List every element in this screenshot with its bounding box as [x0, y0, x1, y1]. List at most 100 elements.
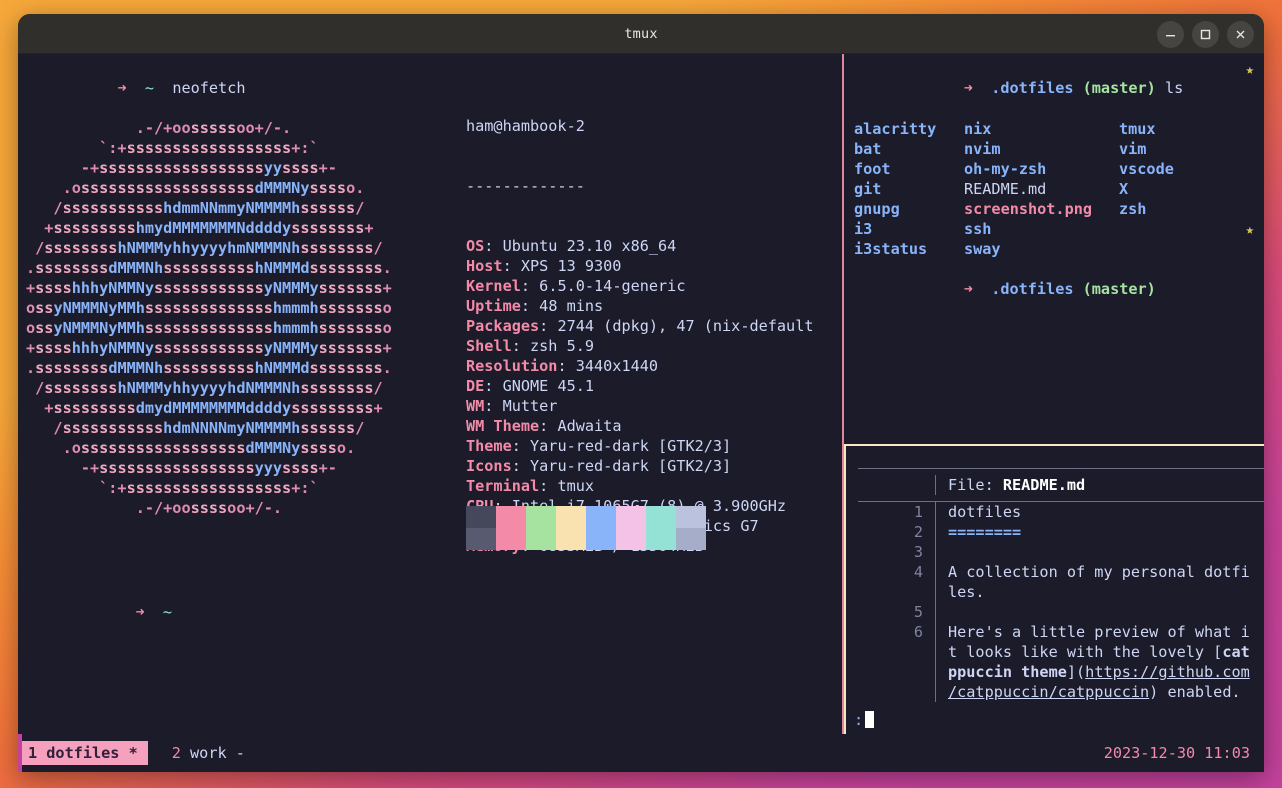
pane-bat-preview[interactable]: File: README.md 1dotfiles2========3 4A c… — [844, 446, 1264, 734]
bat-text-segment: Here's a little preview of what i — [948, 623, 1250, 641]
neofetch-info-value: 6.5.0-14-generic — [539, 277, 685, 295]
bat-line: 6Here's a little preview of what i — [858, 622, 1264, 642]
right-pane-column: ➜ .dotfiles (master) ls alacrittynixtmux… — [844, 54, 1264, 734]
ls-entry[interactable]: oh-my-zsh — [964, 159, 1119, 179]
ls-entry[interactable]: i3status — [854, 239, 964, 259]
ls-entry[interactable]: i3 — [854, 219, 964, 239]
neofetch-info-value: Ubuntu 23.10 x86_64 — [503, 237, 677, 255]
neofetch-info-line: Theme: Yaru-red-dark [GTK2/3] — [466, 436, 813, 456]
ls-entry[interactable]: git — [854, 179, 964, 199]
neofetch-info-line: Kernel: 6.5.0-14-generic — [466, 276, 813, 296]
bat-line: 4A collection of my personal dotfi — [858, 562, 1264, 582]
neofetch-info-key: Uptime — [466, 297, 521, 315]
neofetch-info-key: Host — [466, 257, 503, 275]
tmux-status-bar: 1 dotfiles *2 work - 2023-12-30 11:03 — [18, 734, 1264, 772]
tmux-panes: ➜ ~ neofetch .-/+oosssssoo+/-. `:+ssssss… — [18, 54, 1264, 734]
status-window-index: 2 — [172, 744, 181, 762]
neofetch-info-line: WM Theme: Adwaita — [466, 416, 813, 436]
star-icon: ★ — [1246, 220, 1254, 240]
ls-entry[interactable]: nix — [964, 119, 1119, 139]
neofetch-info-value: Yaru-red-dark [GTK2/3] — [530, 457, 731, 475]
bat-line-text: A collection of my personal dotfi — [936, 562, 1264, 582]
bat-line: /catppuccin/catppuccin) enabled. — [858, 682, 1264, 702]
neofetch-info-line: Shell: zsh 5.9 — [466, 336, 813, 356]
ls-entry[interactable]: bat — [854, 139, 964, 159]
minimize-button[interactable] — [1157, 21, 1184, 48]
palette-swatch — [526, 506, 556, 528]
bat-link[interactable]: /catppuccin/catppuccin — [948, 683, 1149, 701]
ls-entry[interactable]: screenshot.png — [964, 199, 1119, 219]
status-window-dotfiles[interactable]: 1 dotfiles * — [18, 741, 148, 765]
cursor-block — [865, 711, 874, 728]
neofetch-info-line: DE: GNOME 45.1 — [466, 376, 813, 396]
bat-line-text: t looks like with the lovely [cat — [936, 642, 1264, 662]
palette-swatch — [676, 506, 706, 528]
neofetch-info-key: Theme — [466, 437, 512, 455]
final-prompt-path: ~ — [163, 603, 172, 621]
neofetch-info-key: Icons — [466, 457, 512, 475]
ls-entry[interactable]: README.md — [964, 179, 1119, 199]
neofetch-info-value: tmux — [557, 477, 594, 495]
ls-entry[interactable]: X — [1119, 179, 1264, 199]
ls-entry[interactable]: alacritty — [854, 119, 964, 139]
bat-line: 2======== — [858, 522, 1264, 542]
close-button[interactable] — [1227, 21, 1254, 48]
palette-swatch — [586, 506, 616, 528]
prompt-command: neofetch — [172, 79, 245, 97]
bat-line-text: ppuccin theme](https://github.com — [936, 662, 1264, 682]
ls-entry[interactable]: zsh — [1119, 199, 1264, 219]
bat-header-gutter — [858, 475, 936, 495]
window-controls — [1157, 14, 1254, 54]
status-window-list: 1 dotfiles * 2 work - — [18, 741, 255, 765]
final-prompt-arrow-icon: ➜ — [135, 603, 144, 621]
ls-entry[interactable]: gnupg — [854, 199, 964, 219]
bat-line-number — [858, 682, 936, 702]
neofetch-info-key: WM Theme — [466, 417, 539, 435]
ls-entry[interactable]: nvim — [964, 139, 1119, 159]
bat-line-number: 5 — [858, 602, 936, 622]
neofetch-color-palette — [466, 506, 706, 550]
ls-empty-cell — [1119, 239, 1264, 259]
terminal-window: tmux ➜ ~ neofetch .-/+oosssssoo+/-. — [18, 14, 1264, 772]
ls-entry[interactable]: ssh — [964, 219, 1119, 239]
bat-text-segment: dotfiles — [948, 503, 1021, 521]
prompt-arrow-icon: ➜ — [117, 79, 126, 97]
neofetch-info-value: 2744 (dpkg), 47 (nix-default — [557, 317, 813, 335]
neofetch-info-line: Host: XPS 13 9300 — [466, 256, 813, 276]
ls-second-prompt-branch: (master) — [1083, 280, 1156, 298]
bat-text-segment: ]( — [1067, 663, 1085, 681]
ls-second-prompt-path: .dotfiles — [991, 280, 1073, 298]
pane-neofetch[interactable]: ➜ ~ neofetch .-/+oosssssoo+/-. `:+ssssss… — [18, 54, 842, 734]
palette-swatch — [676, 528, 706, 550]
palette-row-2 — [466, 528, 706, 550]
palette-swatch — [466, 506, 496, 528]
maximize-button[interactable] — [1192, 21, 1219, 48]
bat-line: 5 — [858, 602, 1264, 622]
status-window-label: work - — [181, 744, 245, 762]
neofetch-info-line: Terminal: tmux — [466, 476, 813, 496]
status-window-work[interactable]: 2 work - — [162, 741, 255, 765]
neofetch-info-value: 3440x1440 — [576, 357, 658, 375]
ls-entry[interactable]: vscode — [1119, 159, 1264, 179]
palette-swatch — [646, 528, 676, 550]
bat-link[interactable]: https://github.com — [1085, 663, 1250, 681]
palette-swatch — [496, 528, 526, 550]
bat-text-segment: les. — [948, 583, 985, 601]
ls-empty-cell — [1119, 219, 1264, 239]
palette-swatch — [586, 528, 616, 550]
ls-entry[interactable]: vim — [1119, 139, 1264, 159]
pager-prompt[interactable]: : — [854, 710, 874, 730]
ls-entry[interactable]: tmux — [1119, 119, 1264, 139]
palette-row-1 — [466, 506, 706, 528]
status-accent-bar — [18, 734, 22, 772]
window-title: tmux — [624, 26, 657, 42]
ls-entry[interactable]: sway — [964, 239, 1119, 259]
pane-ls[interactable]: ➜ .dotfiles (master) ls alacrittynixtmux… — [844, 54, 1264, 444]
titlebar: tmux — [18, 14, 1264, 54]
bat-text-segment: cat — [1222, 643, 1249, 661]
neofetch-info-value: 48 mins — [539, 297, 603, 315]
star-icon: ★ — [1246, 60, 1254, 80]
ls-entry[interactable]: foot — [854, 159, 964, 179]
bat-line: 3 — [858, 542, 1264, 562]
palette-swatch — [556, 506, 586, 528]
